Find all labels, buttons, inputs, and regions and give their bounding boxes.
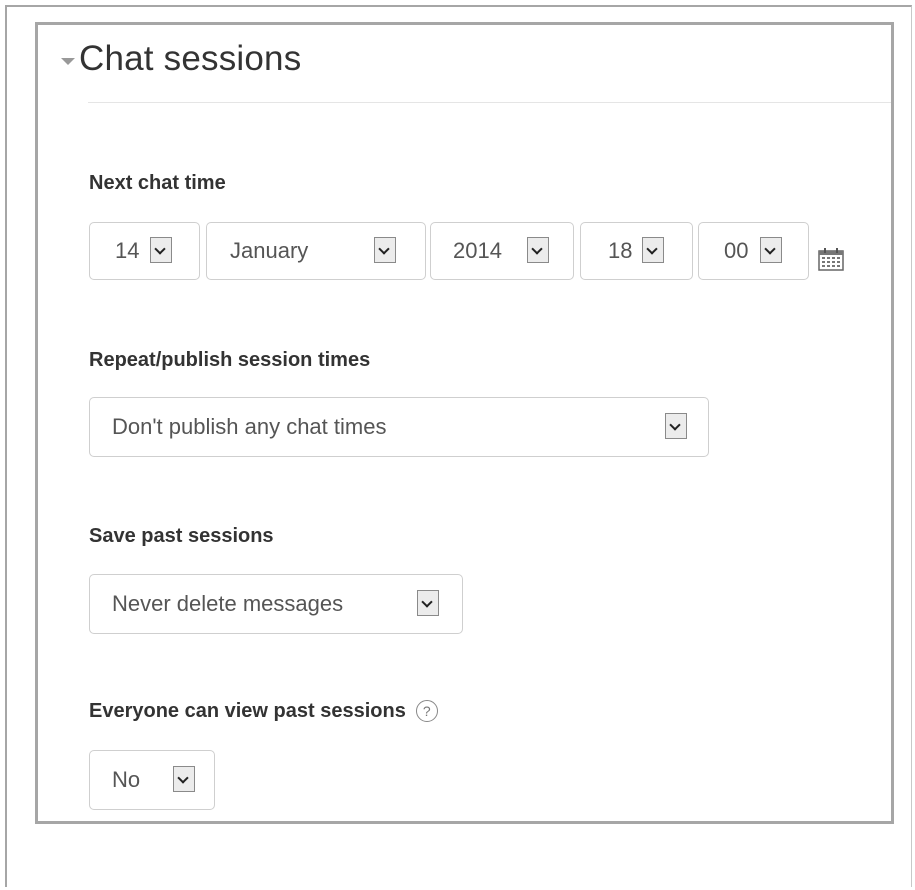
- chevron-down-icon[interactable]: [527, 237, 549, 263]
- next-chat-time-label: Next chat time: [89, 172, 226, 194]
- month-select-value: January: [230, 238, 309, 263]
- repeat-publish-select[interactable]: Don't publish any chat times: [89, 397, 709, 457]
- day-select[interactable]: 14: [89, 222, 200, 280]
- chevron-down-icon[interactable]: [150, 237, 172, 263]
- chevron-down-icon[interactable]: [642, 237, 664, 263]
- repeat-publish-label: Repeat/publish session times: [89, 349, 371, 371]
- chevron-down-icon[interactable]: [760, 237, 782, 263]
- hour-select[interactable]: 18: [580, 222, 693, 280]
- year-select[interactable]: 2014: [430, 222, 574, 280]
- month-select[interactable]: January: [206, 222, 426, 280]
- repeat-publish-value: Don't publish any chat times: [112, 414, 387, 439]
- hour-select-value: 18: [608, 238, 633, 263]
- view-past-sessions-select[interactable]: No: [89, 750, 215, 810]
- minute-select[interactable]: 00: [698, 222, 809, 280]
- save-past-sessions-select[interactable]: Never delete messages: [89, 574, 463, 634]
- save-past-sessions-value: Never delete messages: [112, 591, 344, 616]
- year-select-value: 2014: [453, 238, 502, 263]
- minute-select-value: 00: [724, 238, 749, 263]
- chevron-down-icon[interactable]: [173, 766, 195, 792]
- legend-divider: [88, 102, 891, 103]
- chat-sessions-fieldset: Chat sessions Next chat time 14 January …: [35, 22, 894, 824]
- chevron-down-icon[interactable]: [374, 237, 396, 263]
- day-select-value: 14: [115, 238, 140, 263]
- fieldset-title[interactable]: Chat sessions: [79, 39, 301, 79]
- view-past-sessions-label-text: Everyone can view past sessions: [89, 700, 406, 722]
- fieldset-legend[interactable]: Chat sessions: [61, 39, 301, 79]
- calendar-icon[interactable]: [818, 247, 844, 271]
- chevron-down-icon[interactable]: [665, 413, 687, 439]
- save-past-sessions-label: Save past sessions: [89, 525, 274, 547]
- help-icon[interactable]: ?: [415, 700, 438, 722]
- caret-down-icon[interactable]: [61, 57, 75, 65]
- chevron-down-icon[interactable]: [417, 590, 439, 616]
- view-past-sessions-label: Everyone can view past sessions?: [89, 700, 438, 723]
- view-past-sessions-value: No: [112, 767, 141, 792]
